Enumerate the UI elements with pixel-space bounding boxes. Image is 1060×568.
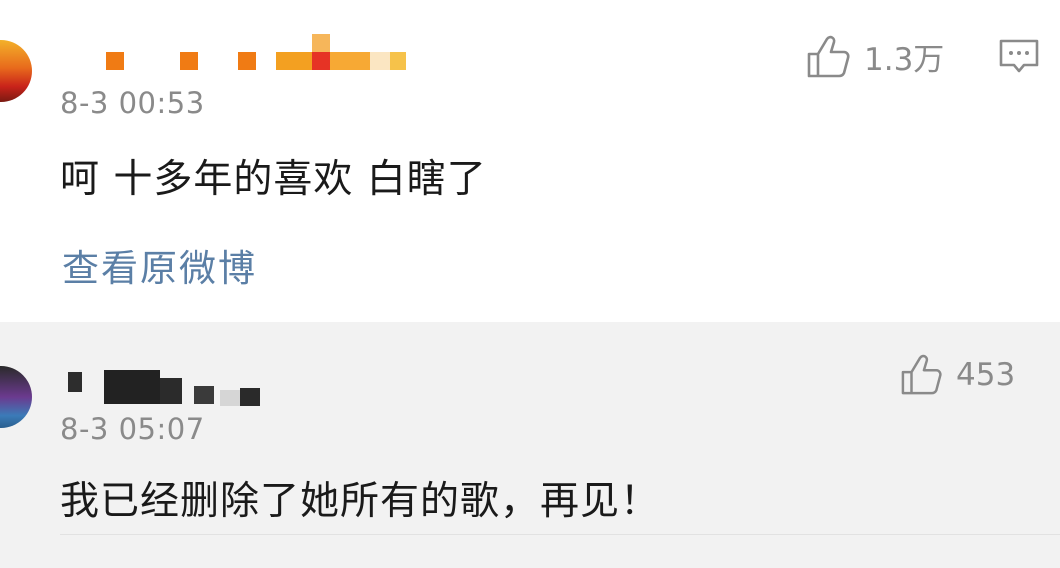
comment-card: 8-3 00:53 呵 十多年的喜欢 白瞎了 查看原微博 1.3万	[0, 0, 1060, 322]
like-button[interactable]: 1.3万	[806, 34, 944, 79]
username-redacted[interactable]	[60, 368, 270, 408]
comment-bubble-icon	[999, 39, 1039, 73]
comment-time: 8-3 00:53	[60, 86, 205, 120]
divider	[60, 534, 1060, 535]
comment-text: 我已经删除了她所有的歌，再见！	[60, 479, 661, 524]
view-original-post-link[interactable]: 查看原微博	[62, 238, 257, 292]
like-count: 453	[956, 357, 1016, 393]
thumbs-up-icon	[807, 35, 850, 77]
like-button[interactable]: 453	[900, 354, 1015, 396]
avatar[interactable]	[0, 366, 32, 428]
username-redacted[interactable]	[100, 34, 410, 72]
reply-button[interactable]	[998, 38, 1040, 80]
comment-card: 8-3 05:07 我已经删除了她所有的歌，再见！ 453	[0, 322, 1060, 568]
like-count: 1.3万	[864, 42, 945, 78]
avatar[interactable]	[0, 40, 32, 102]
thumbs-up-icon	[901, 354, 942, 395]
comment-text: 呵 十多年的喜欢 白瞎了	[60, 157, 487, 202]
comment-time: 8-3 05:07	[60, 412, 205, 446]
